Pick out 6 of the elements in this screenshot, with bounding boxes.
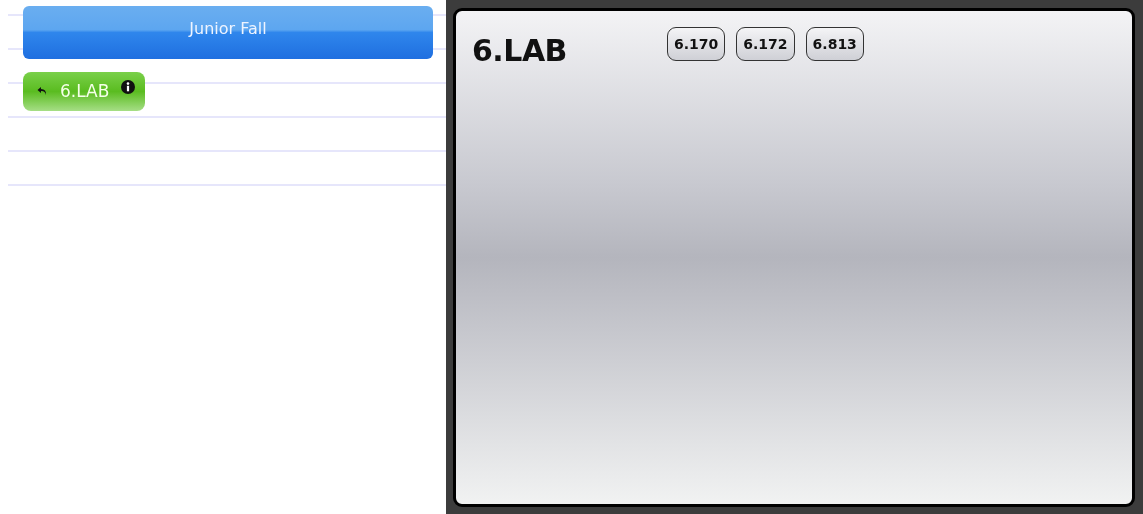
course-button[interactable]: 6.172 (736, 27, 795, 61)
back-arrow-icon (37, 85, 48, 96)
course-button[interactable]: 6.170 (667, 27, 726, 61)
course-button[interactable]: 6.813 (805, 27, 864, 61)
card-title: 6.LAB (472, 33, 567, 68)
info-icon (121, 79, 136, 94)
